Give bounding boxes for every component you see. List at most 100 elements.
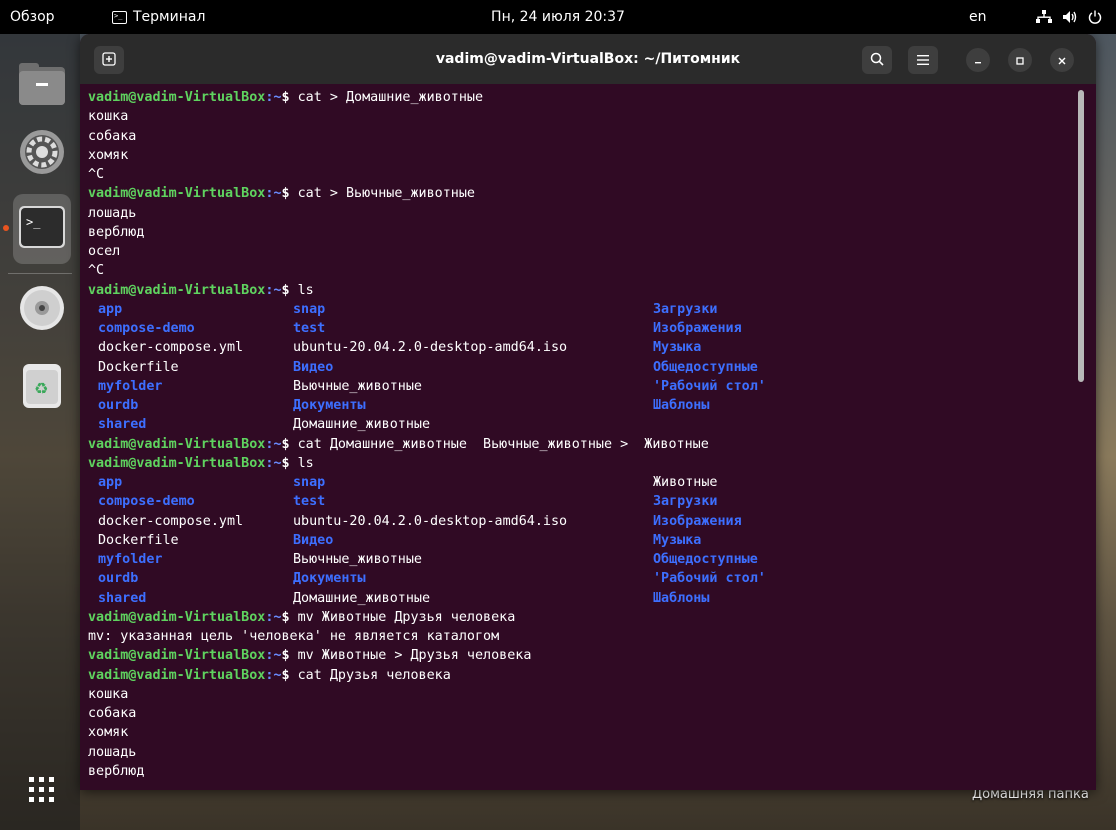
close-button[interactable] — [1050, 48, 1074, 72]
window-title: vadim@vadim-VirtualBox: ~/Питомник — [435, 51, 741, 67]
command-text: ls — [297, 455, 314, 471]
terminal-window[interactable]: vadim@vadim-VirtualBox: ~/Питомник vadim… — [80, 34, 1096, 790]
minimize-icon — [973, 51, 983, 70]
file-entry: docker-compose.yml — [98, 513, 244, 529]
prompt-path: :~ — [265, 667, 282, 683]
hamburger-menu-icon — [916, 51, 930, 70]
new-tab-button[interactable] — [94, 46, 124, 74]
terminal-command-line: vadim@vadim-VirtualBox:~$ ls — [88, 281, 1096, 300]
search-icon — [870, 51, 884, 70]
maximize-icon — [1015, 51, 1025, 70]
file-entry: ubuntu-20.04.2.0-desktop-amd64.iso — [293, 513, 568, 529]
clock[interactable]: Пн, 24 июля 20:37 — [491, 9, 625, 25]
ls-output-row: ourdb Документы Шаблоны — [88, 396, 1096, 415]
directory-entry: Шаблоны — [653, 398, 710, 413]
prompt-symbol: $ — [281, 282, 298, 298]
directory-entry: Документы — [293, 571, 366, 587]
prompt-path: :~ — [265, 455, 282, 471]
ls-output-row: shared Домашние_животные — [88, 415, 1096, 434]
file-entry: Домашние_животные — [293, 417, 431, 433]
directory-entry: 'Рабочий стол' — [653, 571, 766, 587]
terminal-output-line: осел — [88, 244, 121, 259]
directory-entry: test — [293, 321, 326, 336]
prompt-user: vadim@vadim-VirtualBox — [88, 282, 266, 298]
ls-output-row: ourdb Документы 'Рабочий стол' — [88, 569, 1096, 588]
terminal-output-line: хомяк — [88, 725, 129, 741]
command-text: cat Друзья человека — [297, 667, 451, 683]
minimize-button[interactable] — [966, 48, 990, 72]
power-icon — [1088, 10, 1102, 24]
terminal-output-line: лошадь — [88, 205, 137, 221]
dock: >_ ♻ — [0, 34, 80, 830]
terminal-command-line: vadim@vadim-VirtualBox:~$ cat > Домашние… — [88, 88, 1096, 107]
file-entry: Животные — [653, 475, 718, 490]
dock-trash[interactable]: ♻ — [14, 360, 70, 416]
command-text: cat > Вьючные_животные — [297, 186, 475, 202]
command-text: mv Животные > Друзья человека — [297, 648, 532, 664]
directory-entry: snap — [293, 475, 326, 490]
terminal-command-line: vadim@vadim-VirtualBox:~$ mv Животные Др… — [88, 608, 1096, 627]
directory-entry: Загрузки — [653, 494, 718, 510]
command-text: ls — [297, 282, 314, 298]
directory-entry: Видео — [293, 532, 334, 548]
terminal-output-line: собака — [88, 706, 137, 721]
prompt-symbol: $ — [281, 648, 298, 664]
system-tray[interactable] — [1036, 0, 1102, 34]
dock-files[interactable] — [14, 58, 70, 114]
directory-entry: Общедоступные — [653, 552, 758, 567]
prompt-path: :~ — [265, 609, 282, 625]
command-text: cat > Домашние_животные — [297, 90, 484, 105]
prompt-user: vadim@vadim-VirtualBox — [88, 186, 266, 202]
new-tab-icon — [102, 51, 116, 70]
ls-output-row: compose-demo test Загрузки — [88, 492, 1096, 511]
prompt-user: vadim@vadim-VirtualBox — [88, 455, 266, 471]
activities-button[interactable]: Обзор — [10, 0, 55, 34]
directory-entry: compose-demo — [98, 494, 195, 510]
window-titlebar[interactable]: vadim@vadim-VirtualBox: ~/Питомник — [80, 34, 1096, 84]
menu-button[interactable] — [908, 46, 938, 74]
terminal-output-line: кошка — [88, 109, 129, 125]
prompt-user: vadim@vadim-VirtualBox — [88, 436, 266, 452]
ls-output-row: compose-demo test Изображения — [88, 319, 1096, 338]
ls-output-row: docker-compose.yml ubuntu-20.04.2.0-deskt… — [88, 512, 1096, 531]
network-icon — [1036, 10, 1052, 24]
search-button[interactable] — [862, 46, 892, 74]
directory-entry: app — [98, 475, 123, 490]
prompt-user: vadim@vadim-VirtualBox — [88, 648, 266, 664]
terminal-output-line: mv: указанная цель 'человека' не являетс… — [88, 629, 500, 644]
terminal-output-line: ^C — [88, 167, 105, 182]
file-entry: Домашние_животные — [293, 590, 431, 606]
directory-entry: Видео — [293, 359, 334, 375]
ls-output-row: app snap Животные — [88, 473, 1096, 492]
terminal-scrollbar[interactable] — [1078, 90, 1084, 382]
trash-icon: ♻ — [23, 364, 61, 412]
dock-separator — [8, 273, 72, 274]
app-menu[interactable]: >_ Терминал — [112, 0, 205, 34]
directory-entry: myfolder — [98, 378, 163, 394]
directory-entry: 'Рабочий стол' — [653, 378, 766, 394]
dock-terminal[interactable]: >_ — [13, 194, 71, 264]
file-entry: Вьючные_животные — [293, 378, 422, 394]
file-entry: Dockerfile — [98, 359, 179, 375]
terminal-command-line: vadim@vadim-VirtualBox:~$ cat Друзья чел… — [88, 666, 1096, 685]
dock-disc[interactable] — [14, 282, 70, 338]
prompt-symbol: $ — [281, 186, 298, 202]
directory-entry: Загрузки — [653, 301, 718, 317]
prompt-path: :~ — [265, 90, 282, 105]
settings-icon — [19, 129, 65, 179]
terminal-output-line: собака — [88, 128, 137, 144]
prompt-path: :~ — [265, 648, 282, 664]
maximize-button[interactable] — [1008, 48, 1032, 72]
ls-output-row: Dockerfile Видео Общедоступные — [88, 358, 1096, 377]
directory-entry: ourdb — [98, 571, 139, 587]
keyboard-layout[interactable]: en — [969, 0, 987, 34]
prompt-path: :~ — [265, 436, 282, 452]
dock-app-grid[interactable] — [14, 764, 70, 820]
dock-settings[interactable] — [14, 126, 70, 182]
files-icon — [19, 63, 65, 109]
terminal-output[interactable]: vadim@vadim-VirtualBox:~$ cat > Домашние… — [80, 84, 1096, 790]
terminal-output-line: кошка — [88, 686, 129, 702]
directory-entry: myfolder — [98, 552, 163, 567]
directory-entry: Изображения — [653, 513, 742, 529]
app-menu-label: Терминал — [133, 9, 206, 25]
